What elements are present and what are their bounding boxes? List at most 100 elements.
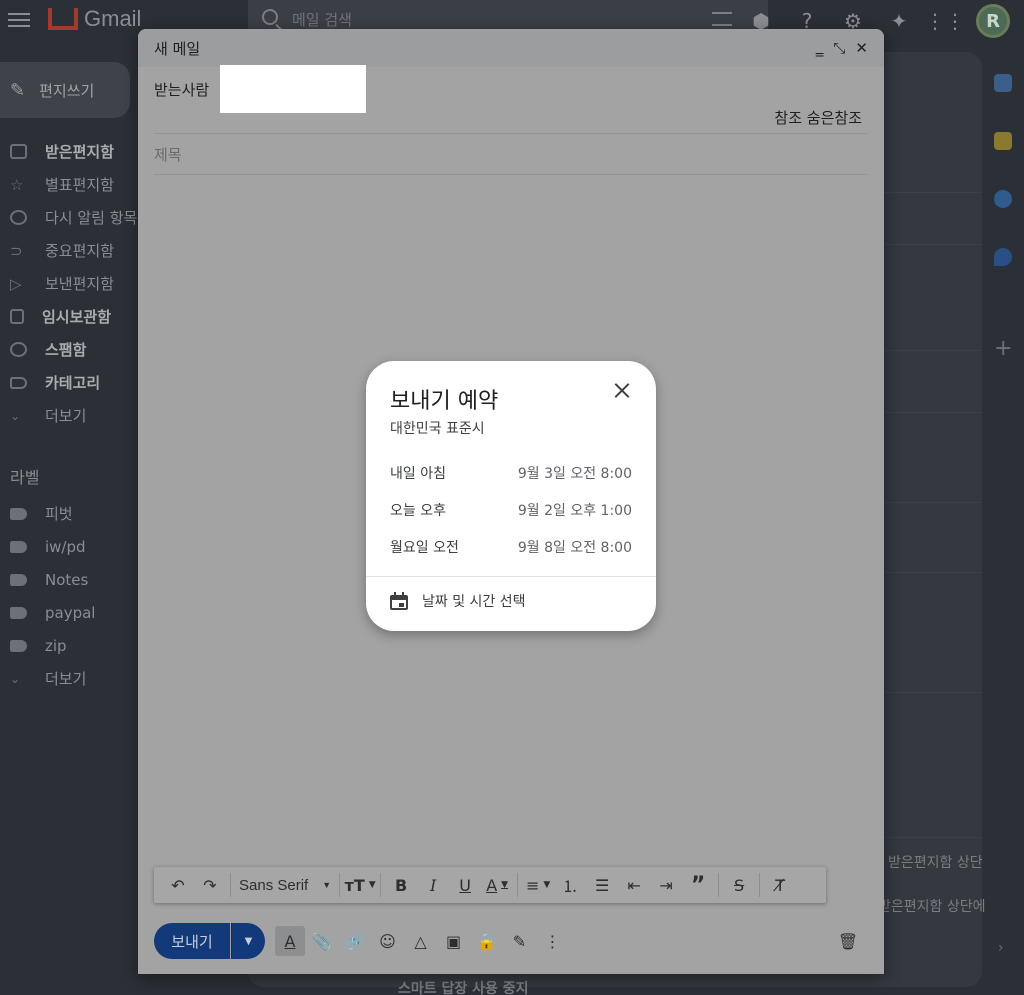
avatar[interactable]: R (976, 4, 1010, 38)
compose-button-label: 편지쓰기 (39, 81, 95, 100)
confidential-mode-icon[interactable]: 🔒 (470, 926, 503, 956)
label-item-text: iw/pd (45, 537, 86, 556)
emoji-icon[interactable]: ☺ (371, 926, 404, 956)
send-button[interactable]: 보내기 (154, 923, 230, 959)
sidebar-item-inbox[interactable]: 받은편지함 (0, 135, 150, 168)
font-family-value: Sans Serif (239, 876, 309, 894)
to-label: 받는사람 (154, 81, 210, 99)
chevron-down-icon: ⌄ (10, 408, 21, 423)
indent-more-icon[interactable]: ⇥ (650, 870, 682, 900)
calendar-app-icon[interactable] (994, 74, 1012, 92)
pencil-icon: ✎ (10, 79, 26, 101)
sidebar-item-categories[interactable]: 카테고리 (0, 366, 150, 399)
link-icon[interactable]: 🔗 (338, 926, 371, 956)
calendar-icon (390, 592, 408, 610)
search-input[interactable]: 메일 검색 (292, 9, 352, 30)
schedule-option-this-afternoon[interactable]: 오늘 오후 9월 2일 오후 1:00 (366, 492, 656, 528)
undo-icon[interactable]: ↶ (162, 870, 194, 900)
trash-icon[interactable]: 🗑 (836, 929, 860, 953)
attach-icon[interactable]: 📎 (305, 926, 338, 956)
keep-app-icon[interactable] (994, 132, 1012, 150)
gemini-sparkle-icon[interactable]: ✦ (884, 6, 914, 36)
toolbar-divider (339, 873, 341, 897)
label-tag-icon (10, 540, 27, 553)
cc-bcc-links[interactable]: 참조 숨은참조 (774, 107, 862, 128)
schedule-option-tomorrow-morning[interactable]: 내일 아침 9월 3일 오전 8:00 (366, 455, 656, 491)
label-item-zip[interactable]: zip (0, 629, 150, 662)
gmail-logo[interactable]: Gmail (48, 6, 141, 32)
strikethrough-icon[interactable]: S (723, 870, 755, 900)
font-family-select[interactable]: Sans Serif ▼ (235, 870, 335, 900)
schedule-send-dialog: 보내기 예약 대한민국 표준시 내일 아침 9월 3일 오전 8:00 오늘 오… (366, 361, 656, 631)
toolbar-divider (380, 873, 382, 897)
sidebar-item-label: 스팸함 (45, 341, 87, 359)
timezone-label: 대한민국 표준시 (390, 421, 485, 437)
sidebar-item-drafts[interactable]: 임시보관함 (0, 300, 150, 333)
label-item-notes[interactable]: Notes (0, 563, 150, 596)
caret-down-icon: ▼ (501, 880, 509, 890)
signature-icon[interactable]: ✎ (503, 926, 536, 956)
background-snippet: 받은편지함 상단 (888, 855, 983, 871)
label-item-pivot[interactable]: 피벗 (0, 497, 150, 530)
more-options-icon[interactable]: ⋮ (536, 926, 569, 956)
spam-icon (10, 342, 27, 357)
indent-less-icon[interactable]: ⇤ (618, 870, 650, 900)
quote-icon[interactable]: ” (682, 870, 714, 900)
caret-down-icon: ▼ (244, 935, 253, 947)
sidebar-item-more[interactable]: ⌄ 더보기 (0, 399, 150, 432)
labels-more[interactable]: ⌄ 더보기 (0, 662, 150, 695)
main-menu-icon[interactable] (8, 9, 30, 29)
numbered-list-icon[interactable]: ⒈ (554, 870, 586, 900)
search-options-icon[interactable] (712, 12, 732, 26)
label-tag-icon (10, 507, 27, 520)
italic-icon[interactable]: I (417, 870, 449, 900)
contacts-app-icon[interactable] (994, 248, 1012, 266)
right-side-panel: + › (984, 52, 1024, 995)
drive-icon[interactable]: △ (404, 926, 437, 956)
schedule-option-monday-morning[interactable]: 월요일 오전 9월 8일 오전 8:00 (366, 529, 656, 565)
text-color-icon[interactable]: A ▼ (481, 870, 513, 900)
tasks-app-icon[interactable] (994, 190, 1012, 208)
font-size-icon[interactable]: тT ▼ (344, 870, 376, 900)
sidebar-item-label: 카테고리 (45, 374, 101, 392)
close-icon[interactable]: ✕ (855, 39, 868, 57)
schedule-send-dropdown[interactable]: ▼ (231, 923, 265, 959)
redo-icon[interactable]: ↷ (194, 870, 226, 900)
exit-fullscreen-icon[interactable]: ⤡ (833, 39, 845, 57)
align-icon[interactable]: ≡ ▼ (522, 870, 554, 900)
remove-formatting-icon[interactable]: T̸ (764, 870, 796, 900)
underline-icon[interactable]: U (449, 870, 481, 900)
background-snippet: 받은편지함 상단에 (878, 899, 986, 915)
insert-photo-icon[interactable]: ▣ (437, 926, 470, 956)
label-item-text: Notes (45, 570, 89, 589)
sidebar-item-starred[interactable]: ☆ 별표편지함 (0, 168, 150, 201)
option-datetime: 9월 2일 오후 1:00 (517, 503, 632, 519)
apps-grid-icon[interactable]: ⋮⋮ (925, 6, 965, 36)
option-label: 월요일 오전 (390, 540, 459, 556)
compose-button[interactable]: ✎ 편지쓰기 (0, 62, 130, 118)
inbox-icon (10, 144, 27, 159)
pick-date-time-button[interactable]: 날짜 및 시간 선택 (390, 591, 526, 611)
chevron-down-icon: ⌄ (10, 671, 21, 686)
bulleted-list-icon[interactable]: ☰ (586, 870, 618, 900)
pick-date-time-label: 날짜 및 시간 선택 (422, 594, 526, 610)
sidebar-item-snoozed[interactable]: 다시 알림 항목 (0, 201, 150, 234)
sidebar-item-important[interactable]: ⊃ 중요편지함 (0, 234, 150, 267)
chevron-right-icon[interactable]: › (998, 940, 1004, 956)
toolbar-divider (759, 873, 761, 897)
minimize-icon[interactable]: ‗ (816, 39, 824, 57)
formatting-options-icon[interactable]: A (275, 926, 305, 956)
subject-field[interactable]: 제목 (154, 144, 182, 165)
close-icon[interactable] (610, 379, 634, 403)
add-app-icon[interactable]: + (994, 336, 1012, 361)
label-item-iwpd[interactable]: iw/pd (0, 530, 150, 563)
label-item-paypal[interactable]: paypal (0, 596, 150, 629)
send-icon: ▷ (10, 274, 22, 293)
sidebar-item-spam[interactable]: 스팸함 (0, 333, 150, 366)
recipient-field[interactable] (220, 65, 366, 113)
toolbar-divider (517, 873, 519, 897)
sidebar-item-sent[interactable]: ▷ 보낸편지함 (0, 267, 150, 300)
search-icon[interactable] (262, 9, 278, 25)
sidebar-item-label: 임시보관함 (42, 308, 112, 326)
bold-icon[interactable]: B (385, 870, 417, 900)
